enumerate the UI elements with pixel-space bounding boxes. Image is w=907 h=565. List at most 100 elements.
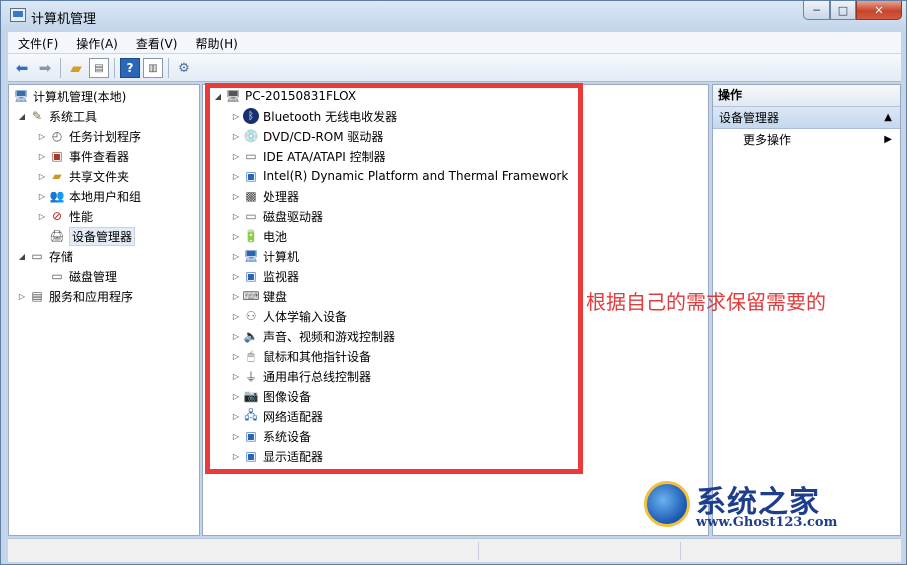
display-adapter-icon: ▣ — [245, 449, 257, 463]
device-category[interactable]: ▷ ⏚ 通用串行总线控制器 — [231, 366, 371, 386]
expand-arrow-icon[interactable]: ▷ — [231, 312, 241, 321]
tree-shared-folders[interactable]: ▷ ▰ 共享文件夹 — [37, 166, 129, 186]
hid-icon: ⚇ — [245, 309, 257, 323]
device-category[interactable]: ▷ ▣ Intel(R) Dynamic Platform and Thermal … — [231, 166, 568, 186]
expand-arrow-icon[interactable]: ▷ — [231, 192, 241, 201]
expand-arrow-icon[interactable]: ▷ — [231, 252, 241, 261]
expand-arrow-icon[interactable]: ▷ — [231, 392, 241, 401]
tree-performance[interactable]: ▷ ⊘ 性能 — [37, 206, 93, 226]
expand-arrow-icon[interactable]: ▷ — [231, 352, 241, 361]
expand-arrow-icon[interactable]: ▷ — [231, 412, 241, 421]
expand-arrow-icon[interactable]: ▷ — [231, 172, 241, 181]
close-button[interactable]: ✕ — [856, 1, 902, 20]
device-category[interactable]: ▷ ▣ 显示适配器 — [231, 446, 323, 466]
title-bar[interactable]: 计算机管理 ─ □ ✕ — [1, 1, 906, 31]
computer-icon: 🖥 — [243, 249, 259, 263]
expand-arrow-icon[interactable]: ▷ — [37, 152, 47, 161]
more-actions-label: 更多操作 — [743, 133, 792, 147]
expand-arrow-icon[interactable]: ▷ — [231, 212, 241, 221]
menu-action[interactable]: 操作(A) — [66, 32, 126, 52]
device-category[interactable]: ▷ ▩ 处理器 — [231, 186, 299, 206]
expand-arrow-icon[interactable]: ▷ — [231, 152, 241, 161]
up-folder-icon[interactable]: ▰ — [66, 58, 86, 78]
expand-arrow-icon[interactable]: ▷ — [231, 232, 241, 241]
device-category[interactable]: ▷ ▭ IDE ATA/ATAPI 控制器 — [231, 146, 386, 166]
device-category[interactable]: ▷ ⚇ 人体学输入设备 — [231, 306, 347, 326]
expand-arrow-icon[interactable]: ▷ — [231, 132, 241, 141]
device-category[interactable]: ▷ 🖥 计算机 — [231, 246, 299, 266]
tree-task-scheduler[interactable]: ▷ ◴ 任务计划程序 — [37, 126, 141, 146]
computer-icon: 🖥 — [225, 89, 241, 103]
ide-controller-icon: ▭ — [245, 149, 257, 163]
performance-icon: ⊘ — [51, 209, 63, 223]
tree-services-apps[interactable]: ▷ ▤ 服务和应用程序 — [17, 286, 133, 306]
device-tree-root[interactable]: ◢ 🖥 PC-20150831FLOX — [213, 86, 356, 106]
device-category[interactable]: ▷ 🖱 鼠标和其他指针设备 — [231, 346, 371, 366]
menu-bar: 文件(F) 操作(A) 查看(V) 帮助(H) — [8, 32, 901, 54]
event-log-icon: ▣ — [51, 149, 63, 163]
tree-device-manager[interactable]: 🖨 设备管理器 — [47, 226, 136, 246]
device-category[interactable]: ▷ ⌨ 键盘 — [231, 286, 287, 306]
expand-arrow-icon[interactable]: ▷ — [37, 132, 47, 141]
expand-arrow-icon[interactable]: ▷ — [17, 292, 27, 301]
menu-help[interactable]: 帮助(H) — [185, 32, 245, 52]
system-device-icon: ▣ — [245, 169, 257, 183]
menu-file[interactable]: 文件(F) — [8, 32, 66, 52]
expand-arrow-icon[interactable]: ▷ — [231, 372, 241, 381]
actions-section-device-manager[interactable]: 设备管理器 ▲ — [713, 107, 900, 129]
action-pane-icon[interactable]: ▥ — [143, 58, 163, 78]
forward-arrow-icon[interactable]: ➡ — [35, 58, 55, 78]
help-icon[interactable]: ? — [120, 58, 140, 78]
expand-arrow-icon[interactable]: ▷ — [37, 212, 47, 221]
expand-arrow-icon[interactable]: ▷ — [37, 172, 47, 181]
tree-system-tools[interactable]: ◢ ✎ 系统工具 — [17, 106, 97, 126]
bluetooth-icon: ᛒ — [243, 108, 259, 124]
expand-arrow-icon[interactable]: ▷ — [231, 292, 241, 301]
tree-storage[interactable]: ◢ ▭ 存储 — [17, 246, 73, 266]
clock-icon: ◴ — [51, 129, 63, 143]
device-manager-icon: 🖨 — [49, 229, 65, 243]
menu-view[interactable]: 查看(V) — [126, 32, 186, 52]
disk-icon: ▭ — [51, 269, 63, 283]
device-category[interactable]: ▷ 💿 DVD/CD-ROM 驱动器 — [231, 126, 384, 146]
device-category[interactable]: ▷ 🔈 声音、视频和游戏控制器 — [231, 326, 395, 346]
toolbar: ⬅ ➡ ▰ ▤ ? ▥ ⚙ — [8, 54, 901, 82]
properties-icon[interactable]: ⚙ — [174, 58, 194, 78]
collapse-arrow-icon[interactable]: ◢ — [213, 92, 223, 101]
network-adapter-icon: 🖧 — [244, 407, 258, 422]
expand-arrow-icon[interactable]: ▷ — [231, 112, 241, 121]
tree-local-users[interactable]: ▷ 👥 本地用户和组 — [37, 186, 141, 206]
collapse-up-icon[interactable]: ▲ — [884, 107, 892, 129]
back-arrow-icon[interactable]: ⬅ — [12, 58, 32, 78]
more-actions-item[interactable]: 更多操作 ▶ — [713, 129, 900, 151]
watermark-url: www.Ghost123.com — [696, 515, 838, 530]
users-icon: 👥 — [49, 189, 65, 203]
expand-arrow-icon[interactable]: ▷ — [37, 192, 47, 201]
device-category[interactable]: ▷ 🖧 网络适配器 — [231, 406, 323, 426]
usb-icon: ⏚ — [244, 369, 257, 384]
watermark-logo: 系统之家 www.Ghost123.com — [640, 477, 870, 537]
expand-arrow-icon[interactable]: ▷ — [231, 452, 241, 461]
show-hide-tree-icon[interactable]: ▤ — [89, 58, 109, 78]
annotation-text: 根据自己的需求保留需要的 — [586, 290, 826, 314]
maximize-button[interactable]: □ — [830, 1, 856, 20]
expand-arrow-icon[interactable]: ▷ — [231, 272, 241, 281]
computer-management-icon — [10, 8, 26, 22]
collapse-arrow-icon[interactable]: ◢ — [17, 112, 27, 121]
tree-root[interactable]: 🖥 计算机管理(本地) — [13, 86, 126, 106]
collapse-arrow-icon[interactable]: ◢ — [17, 252, 27, 261]
device-category[interactable]: ▷ ▣ 监视器 — [231, 266, 299, 286]
expand-arrow-icon[interactable]: ▷ — [231, 332, 241, 341]
device-category[interactable]: ▷ 🔋 电池 — [231, 226, 287, 246]
minimize-button[interactable]: ─ — [803, 1, 830, 20]
computer-management-icon: 🖥 — [13, 89, 29, 103]
tree-event-viewer[interactable]: ▷ ▣ 事件查看器 — [37, 146, 129, 166]
device-category[interactable]: ▷ ▣ 系统设备 — [231, 426, 311, 446]
tree-disk-management[interactable]: ▭ 磁盘管理 — [47, 266, 117, 286]
device-category[interactable]: ▷ ▭ 磁盘驱动器 — [231, 206, 323, 226]
toolbar-separator — [168, 58, 169, 78]
expand-arrow-icon[interactable]: ▷ — [231, 432, 241, 441]
device-category[interactable]: ▷ ᛒ Bluetooth 无线电收发器 — [231, 106, 397, 126]
battery-icon: 🔋 — [243, 229, 259, 243]
device-category[interactable]: ▷ 📷 图像设备 — [231, 386, 311, 406]
